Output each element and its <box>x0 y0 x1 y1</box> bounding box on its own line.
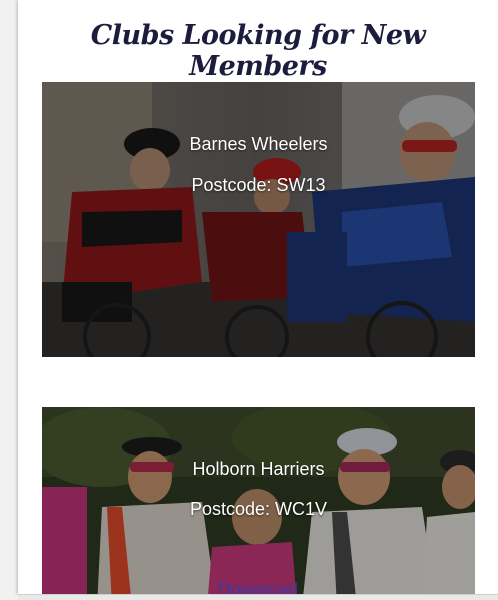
club-postcode: Postcode: WC1V <box>189 499 328 519</box>
download-link[interactable]: Download <box>218 580 298 594</box>
page-title: Clubs Looking for New Members <box>90 20 426 82</box>
content-panel: Clubs Looking for New Members Barnes Whe… <box>18 0 498 594</box>
club-card-holborn-harriers[interactable]: Holborn Harriers Postcode: WC1V <box>42 407 475 594</box>
club-postcode: Postcode: SW13 <box>191 175 326 195</box>
club-name: Barnes Wheelers <box>189 134 328 154</box>
club-name: Holborn Harriers <box>192 459 325 479</box>
club-card-barnes-wheelers[interactable]: Barnes Wheelers Postcode: SW13 <box>42 82 475 357</box>
cyclists-racing-photo <box>42 82 475 357</box>
window-bottom-edge <box>18 594 498 600</box>
